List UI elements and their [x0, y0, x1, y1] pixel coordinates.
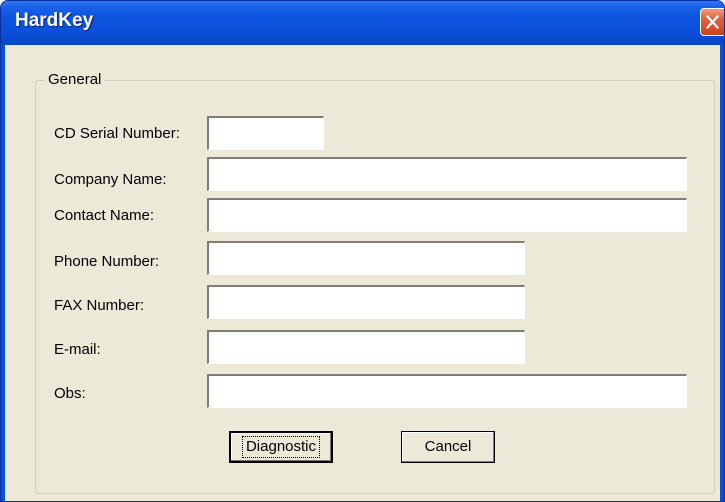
obs-input[interactable] — [207, 374, 687, 408]
phone-number-input[interactable] — [207, 241, 525, 275]
close-button[interactable] — [700, 8, 724, 36]
phone-number-label: Phone Number: — [54, 253, 160, 270]
company-name-label: Company Name: — [54, 171, 167, 188]
cd-serial-number-label: CD Serial Number: — [54, 125, 180, 142]
general-group-label: General — [45, 70, 105, 90]
cd-serial-number-input[interactable] — [207, 116, 324, 150]
contact-name-input[interactable] — [207, 198, 687, 232]
dialog-window: HardKey General CD Serial Number: Compan… — [0, 0, 725, 502]
email-input[interactable] — [207, 330, 525, 364]
dialog-body: General CD Serial Number: Company Name: … — [5, 45, 720, 501]
email-label: E-mail: — [54, 341, 101, 358]
cancel-button[interactable]: Cancel — [401, 431, 495, 463]
contact-name-label: Contact Name: — [54, 207, 155, 224]
close-icon — [706, 15, 719, 29]
diagnostic-button-label: Diagnostic — [241, 436, 321, 458]
fax-number-label: FAX Number: — [54, 297, 145, 314]
title-bar[interactable]: HardKey — [1, 1, 724, 45]
company-name-input[interactable] — [207, 157, 687, 191]
window-title: HardKey — [15, 10, 94, 31]
diagnostic-button[interactable]: Diagnostic — [229, 431, 333, 463]
cancel-button-label: Cancel — [424, 438, 472, 455]
obs-label: Obs: — [54, 385, 86, 402]
fax-number-input[interactable] — [207, 285, 525, 319]
